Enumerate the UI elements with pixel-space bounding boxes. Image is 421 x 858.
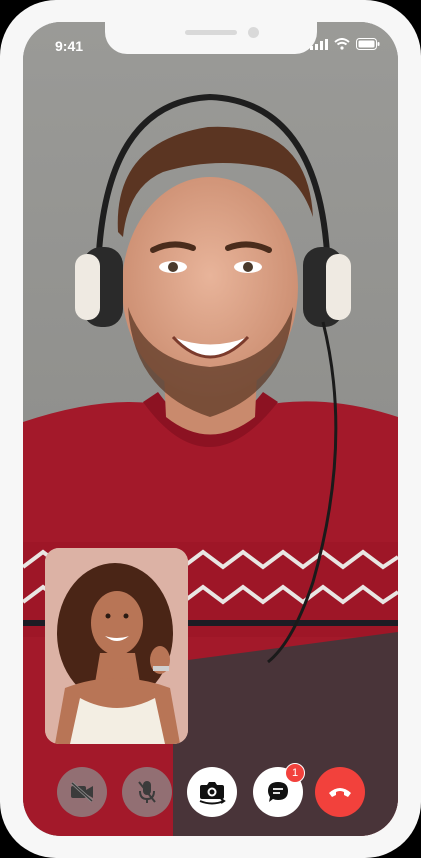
end-call-button[interactable]	[315, 767, 365, 817]
call-controls: 1	[23, 763, 398, 819]
speaker-grille	[185, 30, 237, 35]
self-video-image	[45, 548, 188, 744]
status-icons	[310, 38, 380, 50]
chat-icon	[268, 782, 288, 802]
video-off-icon	[70, 782, 94, 802]
end-call-icon	[329, 788, 351, 797]
self-video-pip[interactable]	[45, 548, 188, 744]
unread-badge: 1	[285, 763, 305, 783]
call-screen: 9:41 1	[23, 22, 398, 836]
signal-icon	[310, 38, 328, 50]
flip-camera-icon	[199, 782, 226, 805]
wifi-icon	[334, 38, 350, 50]
mute-button[interactable]	[122, 767, 172, 817]
mic-off-icon	[138, 781, 156, 803]
camera-toggle-button[interactable]	[57, 767, 107, 817]
chat-button[interactable]: 1	[253, 763, 305, 817]
front-camera	[248, 27, 259, 38]
flip-camera-button[interactable]	[187, 767, 237, 817]
status-time: 9:41	[55, 38, 84, 54]
device-notch	[105, 22, 317, 54]
battery-icon	[356, 38, 380, 50]
phone-frame: 9:41 1	[0, 0, 421, 858]
